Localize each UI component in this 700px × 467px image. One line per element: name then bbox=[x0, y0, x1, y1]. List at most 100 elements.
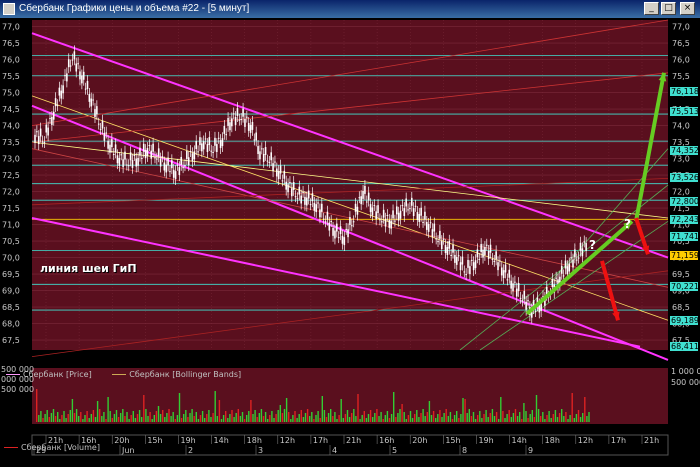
maximize-button[interactable]: □ bbox=[661, 2, 676, 15]
volume-bar bbox=[443, 413, 445, 422]
volume-bar bbox=[315, 415, 317, 422]
candle-body bbox=[174, 171, 177, 180]
volume-bar bbox=[239, 416, 242, 422]
volume-bar bbox=[63, 411, 65, 422]
candle-body bbox=[171, 160, 173, 169]
candle-body bbox=[523, 290, 526, 299]
candle-body bbox=[274, 161, 276, 163]
volume-bar bbox=[199, 415, 202, 422]
candle-body bbox=[231, 118, 233, 127]
candle-body bbox=[583, 241, 586, 243]
volume-bar bbox=[84, 415, 86, 422]
volume-bar bbox=[206, 414, 208, 422]
candle-body bbox=[489, 244, 492, 253]
time-tick-label: 15h bbox=[445, 436, 460, 445]
volume-bar bbox=[132, 411, 134, 422]
volume-bar bbox=[414, 414, 416, 422]
candle-body bbox=[187, 157, 190, 166]
candle-body bbox=[457, 255, 460, 257]
volume-bar bbox=[367, 414, 370, 422]
volume-bar bbox=[556, 417, 559, 422]
candle-body bbox=[101, 120, 104, 129]
volume-bar bbox=[531, 410, 533, 422]
date-tick-label: 4 bbox=[332, 446, 337, 455]
date-tick-label: Jun bbox=[121, 446, 135, 455]
volume-bar bbox=[466, 413, 468, 422]
volume-bar bbox=[409, 411, 412, 422]
volume-bar bbox=[332, 416, 334, 422]
volume-bar bbox=[82, 419, 84, 422]
candle-body bbox=[510, 280, 512, 289]
candle-body bbox=[92, 99, 94, 101]
minimize-button[interactable]: _ bbox=[644, 2, 659, 15]
candle-body bbox=[259, 151, 261, 160]
volume-legend: Сбербанк [Volume] bbox=[4, 443, 100, 452]
candle-body bbox=[225, 134, 228, 136]
price-label: 72,8008 bbox=[670, 196, 700, 206]
volume-bar bbox=[304, 413, 307, 422]
close-button[interactable]: × bbox=[680, 2, 695, 15]
candle-body bbox=[427, 223, 430, 232]
candle-body bbox=[79, 71, 81, 80]
candle-body bbox=[482, 249, 484, 258]
candle-body bbox=[236, 108, 239, 117]
candle-body bbox=[349, 217, 351, 225]
volume-bar bbox=[243, 419, 246, 422]
volume-bar bbox=[481, 418, 483, 422]
y-tick-right: 74,0 bbox=[672, 122, 690, 131]
volume-bar bbox=[573, 418, 575, 422]
volume-bar bbox=[527, 418, 529, 422]
candle-body bbox=[238, 119, 241, 121]
volume-bar bbox=[288, 412, 290, 422]
volume-bar bbox=[544, 419, 546, 422]
volume-bar bbox=[126, 412, 128, 422]
volume-bar bbox=[309, 416, 311, 422]
volume-bar bbox=[495, 412, 498, 422]
candle-body bbox=[66, 73, 68, 82]
candle-body bbox=[266, 160, 269, 162]
volume-bar bbox=[437, 414, 439, 422]
candle-body bbox=[433, 223, 436, 232]
candle-body bbox=[352, 221, 355, 223]
volume-bar bbox=[313, 419, 315, 422]
volume-bar bbox=[428, 401, 431, 422]
time-tick-label: 14h bbox=[512, 436, 527, 445]
candle-body bbox=[455, 256, 458, 265]
chart-window: 77,077,076,576,576,076,075,575,575,075,0… bbox=[0, 18, 700, 467]
candle-body bbox=[112, 153, 115, 155]
candle-body bbox=[484, 247, 486, 255]
volume-tick-right: 1 000 00 bbox=[671, 367, 700, 376]
volume-bar bbox=[460, 414, 462, 422]
volume-bar bbox=[300, 410, 302, 422]
title-bar[interactable]: Сбербанк Графики цены и объема #22 - [5 … bbox=[0, 0, 700, 18]
candle-body bbox=[328, 222, 331, 231]
volume-bar bbox=[311, 412, 313, 422]
candle-body bbox=[126, 164, 128, 166]
volume-bar bbox=[485, 410, 487, 422]
candle-body bbox=[339, 226, 342, 235]
candle-body bbox=[281, 180, 284, 182]
y-tick-left: 72,5 bbox=[2, 171, 20, 180]
date-tick-label: 9 bbox=[528, 446, 533, 455]
volume-bar bbox=[449, 412, 452, 422]
candle-body bbox=[373, 205, 376, 207]
plot-area[interactable] bbox=[32, 20, 668, 350]
candle-body bbox=[463, 271, 466, 273]
candle-body bbox=[206, 144, 209, 152]
volume-bar bbox=[386, 411, 389, 422]
app-icon[interactable] bbox=[3, 3, 15, 15]
candle-body bbox=[366, 201, 368, 203]
candle-body bbox=[521, 300, 524, 302]
candle-body bbox=[189, 151, 192, 153]
candle-body bbox=[437, 241, 439, 243]
question-mark-1: ? bbox=[589, 238, 596, 252]
candle-body bbox=[276, 168, 278, 177]
volume-bar bbox=[80, 412, 82, 422]
candle-body bbox=[502, 270, 505, 279]
volume-bar bbox=[99, 409, 101, 422]
volume-bar bbox=[174, 419, 176, 422]
candle-body bbox=[465, 274, 467, 276]
candle-body bbox=[566, 266, 569, 275]
candle-body bbox=[176, 164, 179, 166]
candle-body bbox=[292, 182, 295, 190]
